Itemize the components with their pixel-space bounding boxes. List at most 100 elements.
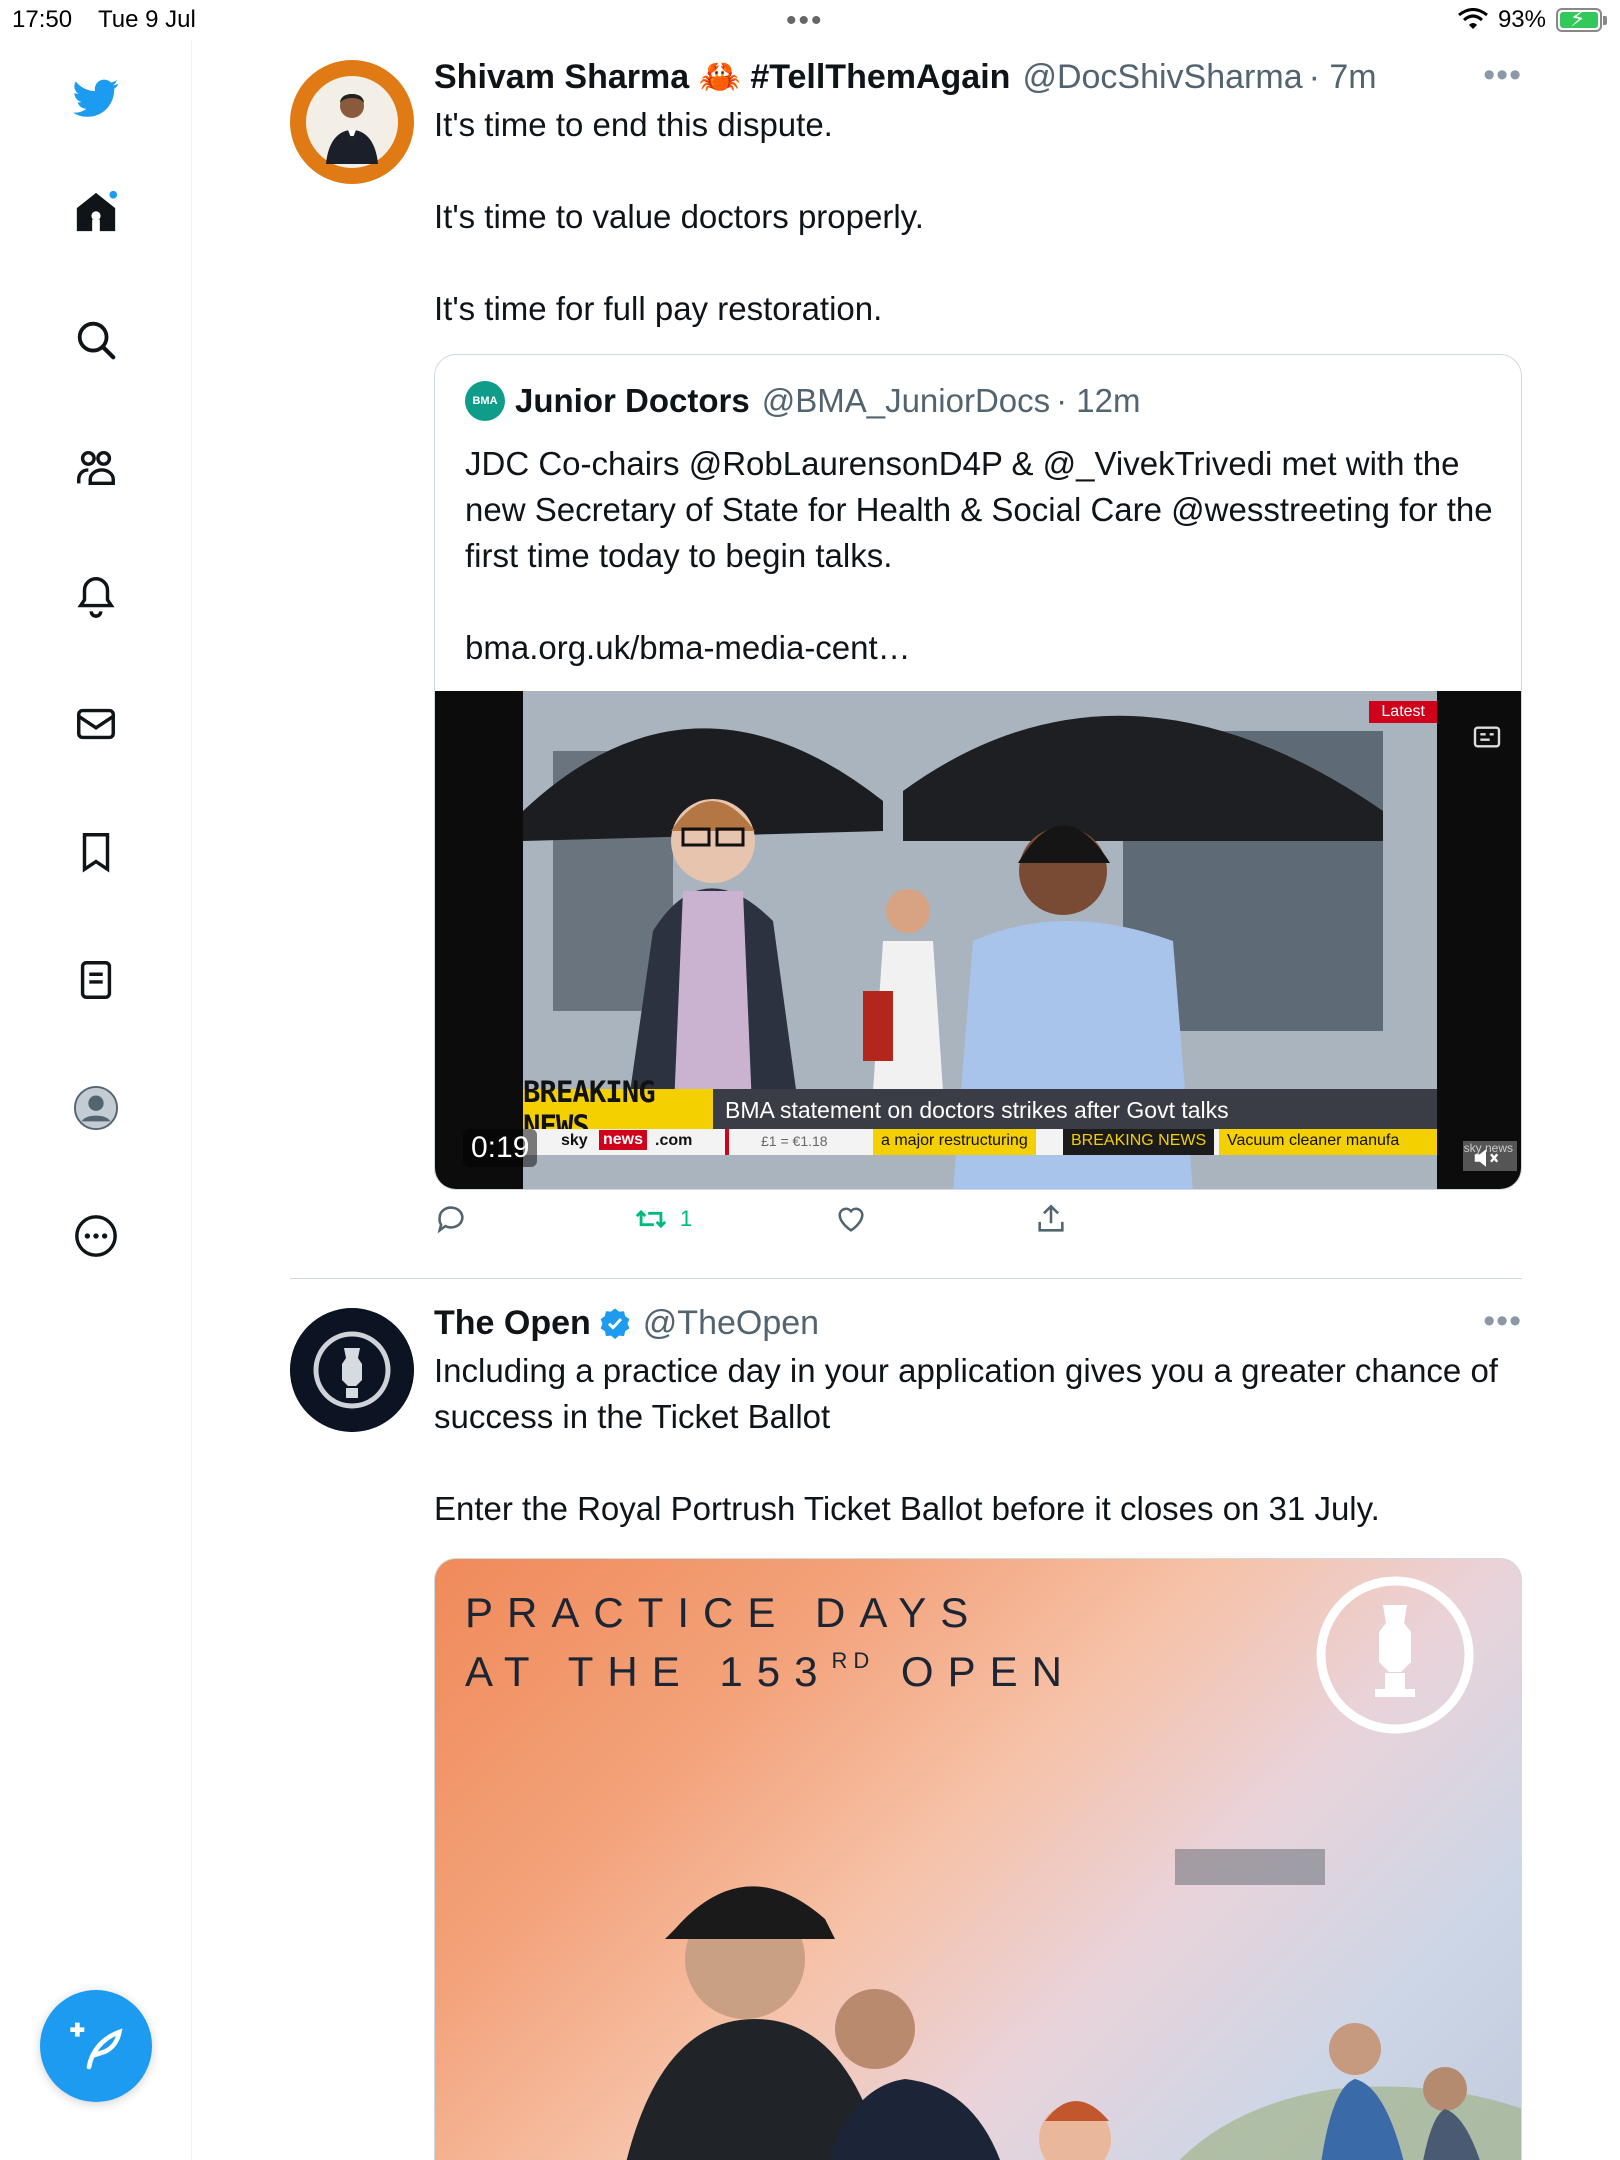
list-icon	[80, 961, 112, 999]
tweet-image[interactable]: PRACTICE DAYS AT THE 153RD OPEN	[434, 1558, 1522, 2160]
tweet[interactable]: Shivam Sharma 🦀 #TellThemAgain @DocShivS…	[290, 56, 1522, 1256]
bell-icon	[77, 577, 115, 618]
quoted-text: JDC Co-chairs @RobLaurensonD4P & @_Vivek…	[465, 441, 1495, 671]
avatar[interactable]	[290, 1308, 414, 1432]
avatar[interactable]	[290, 60, 414, 184]
sky-brand: sky	[561, 1132, 588, 1149]
quoted-display-name: Junior Doctors	[515, 382, 750, 419]
multitasking-dots-icon[interactable]: •••	[786, 4, 824, 38]
nav-profile[interactable]	[66, 1078, 126, 1138]
quoted-avatar: BMA	[465, 381, 505, 421]
claret-jug-icon	[290, 1308, 414, 1432]
user-handle[interactable]: @DocShivSharma	[1022, 56, 1302, 98]
display-name[interactable]: The Open	[434, 1302, 591, 1344]
news-headline: BMA statement on doctors strikes after G…	[725, 1097, 1229, 1123]
nav-bookmarks[interactable]	[66, 822, 126, 882]
compose-tweet-button[interactable]	[40, 1990, 152, 2102]
caption-part: OPEN	[900, 1648, 1076, 1695]
video-player[interactable]: Latest BREAKING NEWS BMA statement on do…	[435, 691, 1521, 1189]
image-caption: PRACTICE DAYS AT THE 153RD OPEN	[465, 1589, 1076, 1696]
tweet-text: Enter the Royal Portrush Ticket Ballot b…	[434, 1490, 1380, 1527]
nav-notifications[interactable]	[66, 566, 126, 626]
retweet-button[interactable]: 1	[634, 1202, 692, 1236]
status-right: 93% ⚡	[1458, 6, 1607, 34]
caption-part: AT THE 153	[465, 1648, 832, 1695]
quoted-handle: @BMA_JuniorDocs	[761, 382, 1051, 419]
video-duration: 0:19	[463, 1129, 538, 1167]
nav-lists[interactable]	[66, 950, 126, 1010]
quoted-body: JDC Co-chairs @RobLaurensonD4P & @_Vivek…	[465, 445, 1493, 574]
captions-icon[interactable]	[1471, 721, 1503, 753]
battery-percent: 93%	[1497, 6, 1546, 33]
the-open-logo-icon	[1316, 1576, 1474, 1734]
ticker-item: a major restructuring	[873, 1129, 1036, 1155]
news-brand: news	[599, 1130, 648, 1150]
reply-button[interactable]	[434, 1202, 480, 1236]
avatar-photo	[306, 76, 398, 168]
twitter-logo-icon[interactable]	[66, 68, 126, 128]
tweet-time[interactable]: · 7m	[1309, 56, 1377, 98]
quoted-tweet[interactable]: BMA Junior Doctors @BMA_JuniorDocs · 12m…	[434, 354, 1522, 1190]
wifi-icon	[1458, 8, 1488, 29]
more-options-icon[interactable]: •••	[1483, 1302, 1522, 1341]
retweet-icon	[635, 1209, 667, 1229]
tweet-text-line: It's time for full pay restoration.	[434, 290, 883, 327]
verified-badge-icon	[600, 1308, 630, 1339]
tweet-header: Shivam Sharma 🦀 #TellThemAgain @DocShivS…	[434, 56, 1522, 98]
bookmark-icon	[82, 833, 110, 873]
more-circle-icon	[75, 1215, 117, 1257]
caption-line-2: AT THE 153RD OPEN	[465, 1637, 1076, 1696]
profile-avatar-icon	[73, 1085, 119, 1131]
breaking-news-label: BREAKING NEWS	[523, 1075, 713, 1143]
user-handle[interactable]: @TheOpen	[643, 1302, 819, 1344]
tweet-header: The Open @TheOpen	[434, 1302, 1522, 1344]
dot-com: .com	[655, 1132, 693, 1149]
tweet-divider	[290, 1278, 1522, 1279]
nav-communities[interactable]	[66, 438, 126, 498]
nav-explore[interactable]	[66, 310, 126, 370]
quoted-link[interactable]: bma.org.uk/bma-media-cent…	[465, 625, 1495, 671]
share-button[interactable]	[1034, 1202, 1068, 1236]
quoted-tweet-header: BMA Junior Doctors @BMA_JuniorDocs · 12m	[465, 381, 1141, 421]
like-button[interactable]	[834, 1202, 880, 1236]
envelope-icon	[77, 708, 115, 740]
communities-icon	[77, 450, 115, 486]
date: Tue 9 Jul	[98, 6, 196, 33]
share-icon	[1038, 1204, 1064, 1232]
battery-icon: ⚡	[1556, 6, 1607, 32]
nav-messages[interactable]	[66, 694, 126, 754]
ticker-separator	[725, 1129, 729, 1155]
video-frame: Latest BREAKING NEWS BMA statement on do…	[523, 691, 1437, 1189]
tweet-content: The Open @TheOpen ••• Including a practi…	[434, 1302, 1522, 1532]
ticker-item: Vacuum cleaner manufa	[1219, 1129, 1437, 1155]
clock: 17:50	[12, 6, 73, 33]
home-icon	[76, 190, 118, 232]
tweet-content: Shivam Sharma 🦀 #TellThemAgain @DocShivS…	[434, 56, 1522, 332]
heart-icon	[838, 1207, 864, 1232]
caption-line-1: PRACTICE DAYS	[465, 1589, 983, 1636]
tweet-text-line: It's time to end this dispute.	[434, 106, 833, 143]
retweet-count: 1	[680, 1206, 693, 1231]
status-bar: 17:50 Tue 9 Jul ••• 93% ⚡	[0, 0, 1620, 40]
fx-rate: £1 = €1.18	[761, 1133, 828, 1149]
nav-home[interactable]	[66, 182, 126, 242]
latest-tag: Latest	[1369, 701, 1437, 723]
quoted-time: · 12m	[1056, 382, 1141, 419]
reply-icon	[437, 1206, 464, 1234]
headline-bar: BREAKING NEWS BMA statement on doctors s…	[523, 1075, 1437, 1143]
mute-icon[interactable]	[1471, 1143, 1501, 1173]
tweet[interactable]: The Open @TheOpen ••• Including a practi…	[290, 1302, 1522, 2160]
tweet-text-line: It's time to value doctors properly.	[434, 198, 924, 235]
display-name[interactable]: Shivam Sharma 🦀 #TellThemAgain	[434, 56, 1010, 98]
golfers-photo	[626, 1849, 1521, 2160]
feather-plus-icon	[70, 2022, 123, 2070]
nav-more[interactable]	[66, 1206, 126, 1266]
search-icon	[77, 321, 116, 360]
ticker-item: BREAKING NEWS	[1063, 1129, 1215, 1155]
caption-sup: RD	[831, 1648, 876, 1673]
more-options-icon[interactable]: •••	[1483, 56, 1522, 95]
sidebar	[0, 40, 192, 2160]
tweet-actions: 1	[434, 1202, 1114, 1252]
ticker-bar: sky news .com £1 = €1.18 a major restruc…	[523, 1129, 1437, 1155]
tweet-text: Including a practice day in your applica…	[434, 1352, 1498, 1435]
